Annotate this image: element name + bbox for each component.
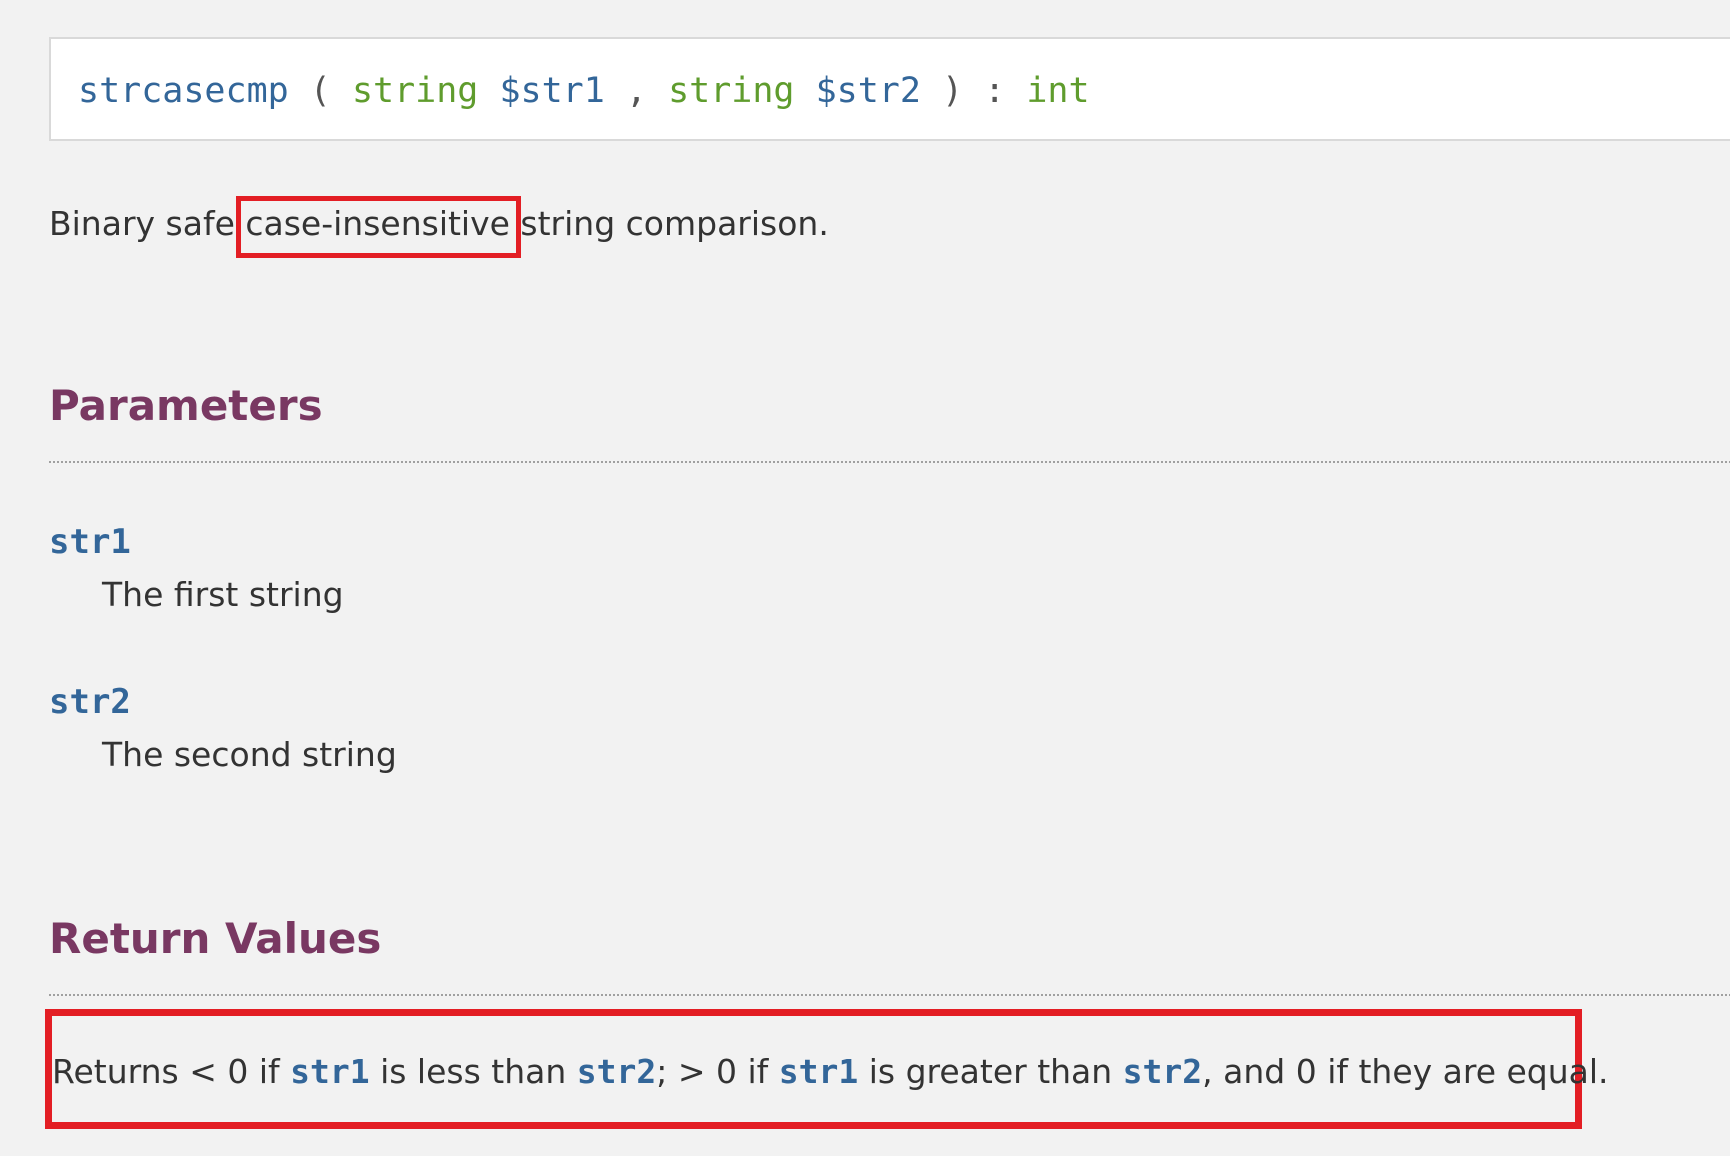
param2-type[interactable]: string [668,71,794,111]
return-param-str2[interactable]: str2 [1123,1052,1202,1091]
comma: , [625,71,647,111]
function-description: Binary safe case-insensitive string comp… [49,196,829,258]
return-values-text: Returns < 0 if str1 is less than str2; >… [52,1052,1609,1091]
param1-type[interactable]: string [352,71,478,111]
return-values-divider [49,994,1730,996]
parameters-divider [49,461,1730,463]
return-text-part: ; > 0 if [656,1052,779,1091]
return-text-part: Returns < 0 if [52,1052,291,1091]
return-text-part: is greater than [858,1052,1123,1091]
colon: : [984,71,1006,111]
close-paren: ) [942,71,964,111]
param-name-str2: str2 [49,682,131,722]
param1-var: $str1 [499,71,605,111]
return-values-heading: Return Values [49,914,382,963]
description-after: string comparison. [509,204,829,243]
highlighted-term: case-insensitive [236,196,521,258]
return-param-str1[interactable]: str1 [779,1052,858,1091]
return-text-part: , and 0 if they are equal. [1202,1052,1609,1091]
param-desc-str1: The first string [102,575,344,614]
open-paren: ( [309,71,331,111]
param-desc-str2: The second string [102,735,397,774]
function-name[interactable]: strcasecmp [78,71,289,111]
param-name-str1: str1 [49,522,131,562]
return-text-part: is less than [369,1052,577,1091]
return-param-str1[interactable]: str1 [290,1052,369,1091]
parameters-heading: Parameters [49,381,323,430]
description-before: Binary safe [49,204,246,243]
param2-var: $str2 [815,71,921,111]
return-param-str2[interactable]: str2 [577,1052,656,1091]
method-synopsis: strcasecmp ( string $str1 , string $str2… [49,37,1730,141]
return-type[interactable]: int [1026,71,1089,111]
